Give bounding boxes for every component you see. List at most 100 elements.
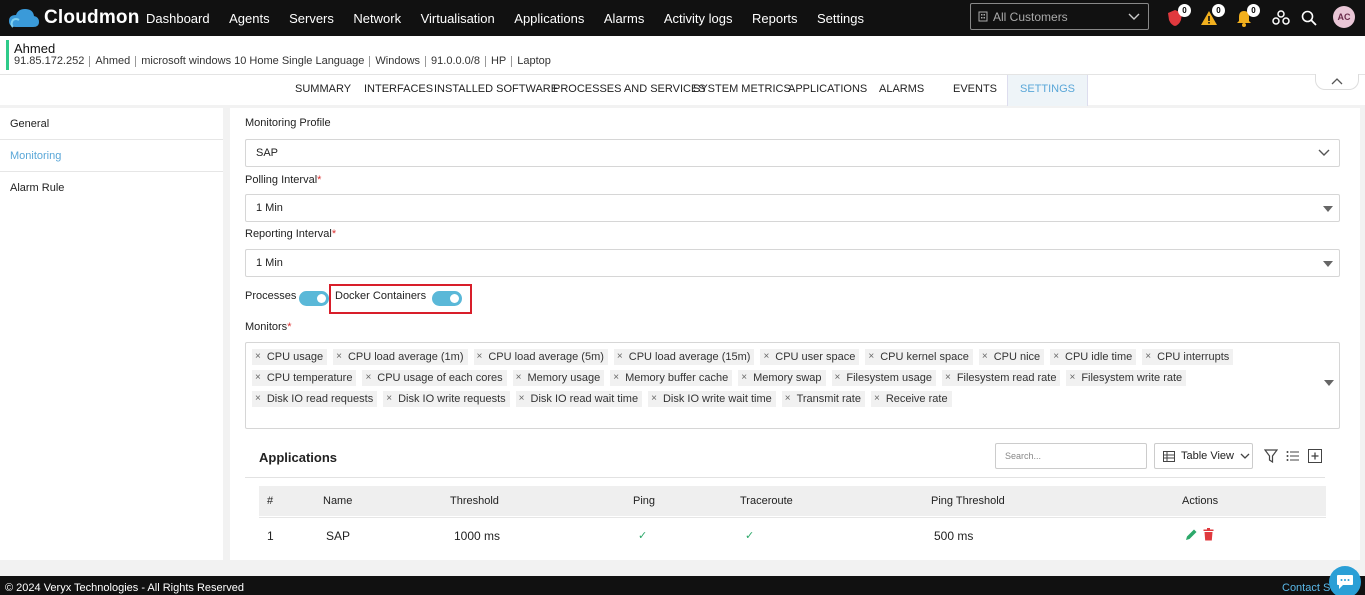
customer-select-value: All Customers bbox=[993, 9, 1068, 24]
monitor-chip: × CPU kernel space bbox=[865, 349, 973, 365]
column-index: # bbox=[267, 495, 274, 507]
tab-settings[interactable]: SETTINGS bbox=[1007, 75, 1089, 106]
device-type: Laptop bbox=[517, 55, 551, 67]
remove-chip-icon[interactable]: × bbox=[741, 370, 747, 386]
device-meta: 91.85.172.252 Ahmed microsoft windows 10… bbox=[14, 55, 551, 67]
pencil-icon bbox=[1186, 529, 1197, 540]
customer-select[interactable]: All Customers bbox=[970, 3, 1149, 30]
monitor-chips: × CPU usage × CPU load average (1m) × CPU loa… bbox=[252, 347, 1302, 410]
remove-chip-icon[interactable]: × bbox=[617, 349, 623, 365]
tab-installed-software[interactable]: INSTALLED SOFTWARE bbox=[434, 75, 558, 106]
columns-button[interactable] bbox=[1285, 448, 1301, 464]
table-row[interactable]: 1 SAP 1000 ms ✓ ✓ 500 ms bbox=[259, 517, 1326, 553]
device-accent-bar bbox=[6, 40, 9, 70]
remove-chip-icon[interactable]: × bbox=[477, 349, 483, 365]
delete-button[interactable] bbox=[1203, 528, 1214, 544]
nav-applications[interactable]: Applications bbox=[514, 11, 584, 26]
edit-button[interactable] bbox=[1185, 528, 1198, 544]
remove-chip-icon[interactable]: × bbox=[386, 391, 392, 407]
reporting-interval-value: 1 Min bbox=[256, 257, 283, 269]
nav-servers[interactable]: Servers bbox=[289, 11, 334, 26]
monitor-chip-label: Filesystem read rate bbox=[956, 372, 1057, 384]
tab-alarms[interactable]: ALARMS bbox=[879, 75, 924, 106]
nav-reports[interactable]: Reports bbox=[752, 11, 798, 26]
tab-system-metrics[interactable]: SYSTEM METRICS bbox=[693, 75, 791, 106]
monitor-chip: × Memory buffer cache bbox=[610, 370, 733, 386]
tab-applications[interactable]: APPLICATIONS bbox=[788, 75, 867, 106]
monitor-chip-label: Receive rate bbox=[885, 393, 948, 405]
monitor-chip-label: CPU nice bbox=[993, 351, 1041, 363]
footer-copyright: © 2024 Veryx Technologies - All Rights R… bbox=[5, 582, 245, 594]
monitor-chip: × Disk IO read requests bbox=[252, 391, 378, 407]
remove-chip-icon[interactable]: × bbox=[785, 391, 791, 407]
cloud-logo-icon bbox=[9, 9, 39, 28]
remove-chip-icon[interactable]: × bbox=[874, 391, 880, 407]
monitor-chip-label: CPU load average (15m) bbox=[628, 351, 751, 363]
remove-chip-icon[interactable]: × bbox=[1145, 349, 1151, 365]
notifications-button[interactable]: 0 bbox=[1233, 4, 1260, 29]
monitor-chip: × Receive rate bbox=[870, 391, 952, 407]
monitor-chip: × CPU user space bbox=[760, 349, 860, 365]
nav-alarms[interactable]: Alarms bbox=[604, 11, 644, 26]
nav-settings[interactable]: Settings bbox=[817, 11, 864, 26]
security-badge: 0 bbox=[1178, 4, 1191, 17]
monitors-multiselect[interactable]: × CPU usage × CPU load average (1m) × CPU loa… bbox=[245, 342, 1340, 429]
remove-chip-icon[interactable]: × bbox=[255, 370, 261, 386]
processes-toggle[interactable] bbox=[299, 291, 329, 306]
monitors-label: Monitors* bbox=[245, 321, 292, 333]
reporting-interval-select[interactable]: 1 Min bbox=[245, 249, 1340, 277]
monitor-chip-label: Transmit rate bbox=[796, 393, 861, 405]
side-menu-alarm-rule[interactable]: Alarm Rule bbox=[0, 172, 223, 204]
remove-chip-icon[interactable]: × bbox=[336, 349, 342, 365]
remove-chip-icon[interactable]: × bbox=[1069, 370, 1075, 386]
monitor-chip-label: CPU usage of each cores bbox=[377, 372, 503, 384]
side-menu-general[interactable]: General bbox=[0, 108, 223, 140]
monitor-chip-label: Disk IO read wait time bbox=[530, 393, 639, 405]
user-avatar[interactable]: AC bbox=[1333, 6, 1355, 28]
monitor-chip: × Memory swap bbox=[738, 370, 826, 386]
remove-chip-icon[interactable]: × bbox=[868, 349, 874, 365]
tab-summary[interactable]: SUMMARY bbox=[295, 75, 351, 106]
row-ping-check: ✓ bbox=[638, 530, 648, 542]
global-search-button[interactable] bbox=[1298, 7, 1320, 29]
remove-chip-icon[interactable]: × bbox=[763, 349, 769, 365]
nav-agents[interactable]: Agents bbox=[229, 11, 269, 26]
warnings-button[interactable]: 0 bbox=[1198, 4, 1225, 29]
nav-dashboard[interactable]: Dashboard bbox=[146, 11, 210, 26]
nav-virtualisation[interactable]: Virtualisation bbox=[421, 11, 495, 26]
table-icon bbox=[1163, 450, 1175, 462]
monitor-chip-label: CPU kernel space bbox=[880, 351, 969, 363]
side-menu-monitoring[interactable]: Monitoring bbox=[0, 140, 223, 172]
remove-chip-icon[interactable]: × bbox=[516, 370, 522, 386]
remove-chip-icon[interactable]: × bbox=[835, 370, 841, 386]
remove-chip-icon[interactable]: × bbox=[982, 349, 988, 365]
nav-activity-logs[interactable]: Activity logs bbox=[664, 11, 733, 26]
remove-chip-icon[interactable]: × bbox=[255, 349, 261, 365]
integrations-button[interactable] bbox=[1270, 7, 1292, 29]
remove-chip-icon[interactable]: × bbox=[519, 391, 525, 407]
collapse-header-button[interactable] bbox=[1315, 74, 1359, 90]
chat-bubble-icon bbox=[1337, 575, 1353, 589]
polling-interval-value: 1 Min bbox=[256, 202, 283, 214]
monitoring-profile-select[interactable]: SAP bbox=[245, 139, 1340, 167]
remove-chip-icon[interactable]: × bbox=[255, 391, 261, 407]
chat-button[interactable] bbox=[1329, 566, 1361, 595]
filter-button[interactable] bbox=[1263, 448, 1279, 464]
nav-network[interactable]: Network bbox=[353, 11, 401, 26]
remove-chip-icon[interactable]: × bbox=[945, 370, 951, 386]
remove-chip-icon[interactable]: × bbox=[613, 370, 619, 386]
applications-search-input[interactable]: Search... bbox=[995, 443, 1147, 469]
monitor-chip-label: Memory buffer cache bbox=[625, 372, 729, 384]
polling-interval-select[interactable]: 1 Min bbox=[245, 194, 1340, 222]
settings-side-menu: General Monitoring Alarm Rule bbox=[0, 108, 223, 560]
security-alerts-button[interactable]: 0 bbox=[1164, 4, 1191, 29]
tab-interfaces[interactable]: INTERFACES bbox=[364, 75, 433, 106]
tab-processes-and-services[interactable]: PROCESSES AND SERVICES bbox=[553, 75, 706, 106]
remove-chip-icon[interactable]: × bbox=[1053, 349, 1059, 365]
remove-chip-icon[interactable]: × bbox=[651, 391, 657, 407]
remove-chip-icon[interactable]: × bbox=[365, 370, 371, 386]
brand-logo[interactable]: Cloudmon bbox=[8, 7, 146, 29]
table-view-dropdown[interactable]: Table View bbox=[1154, 443, 1253, 469]
tab-events[interactable]: EVENTS bbox=[953, 75, 997, 106]
add-application-button[interactable] bbox=[1307, 448, 1323, 464]
